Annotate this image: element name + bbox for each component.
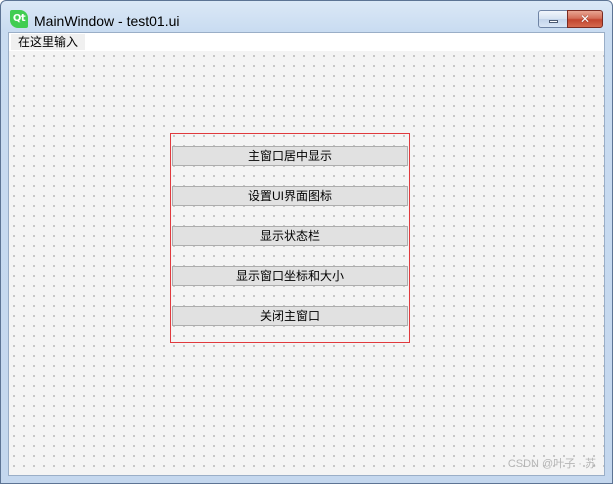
title-bar[interactable]: Qt MainWindow - test01.ui ✕: [1, 1, 612, 32]
design-canvas[interactable]: 主窗口居中显示 设置UI界面图标 显示状态栏 显示窗口坐标和大小 关闭主窗口 C…: [9, 51, 604, 475]
show-statusbar-button[interactable]: 显示状态栏: [172, 226, 408, 246]
center-window-button[interactable]: 主窗口居中显示: [172, 146, 408, 166]
menu-type-here-placeholder[interactable]: 在这里输入: [11, 34, 86, 50]
minimize-button[interactable]: [538, 10, 568, 28]
client-area: 在这里输入 主窗口居中显示 设置UI界面图标 显示状态栏 显示窗口坐标和大小 关…: [8, 32, 605, 476]
close-main-window-button[interactable]: 关闭主窗口: [172, 306, 408, 326]
menu-bar: 在这里输入: [9, 33, 604, 51]
qt-logo-icon: Qt: [10, 10, 28, 28]
minimize-icon: [549, 20, 558, 23]
watermark-text: CSDN @叶子 · 苏: [507, 458, 596, 470]
window-title: MainWindow - test01.ui: [34, 13, 180, 29]
vertical-layout[interactable]: 主窗口居中显示 设置UI界面图标 显示状态栏 显示窗口坐标和大小 关闭主窗口: [170, 133, 410, 343]
close-icon: ✕: [579, 12, 591, 26]
set-window-icon-button[interactable]: 设置UI界面图标: [172, 186, 408, 206]
show-geometry-button[interactable]: 显示窗口坐标和大小: [172, 266, 408, 286]
main-window: Qt MainWindow - test01.ui ✕ 在这里输入 主窗口居中显…: [0, 0, 613, 484]
close-button[interactable]: ✕: [567, 10, 603, 28]
